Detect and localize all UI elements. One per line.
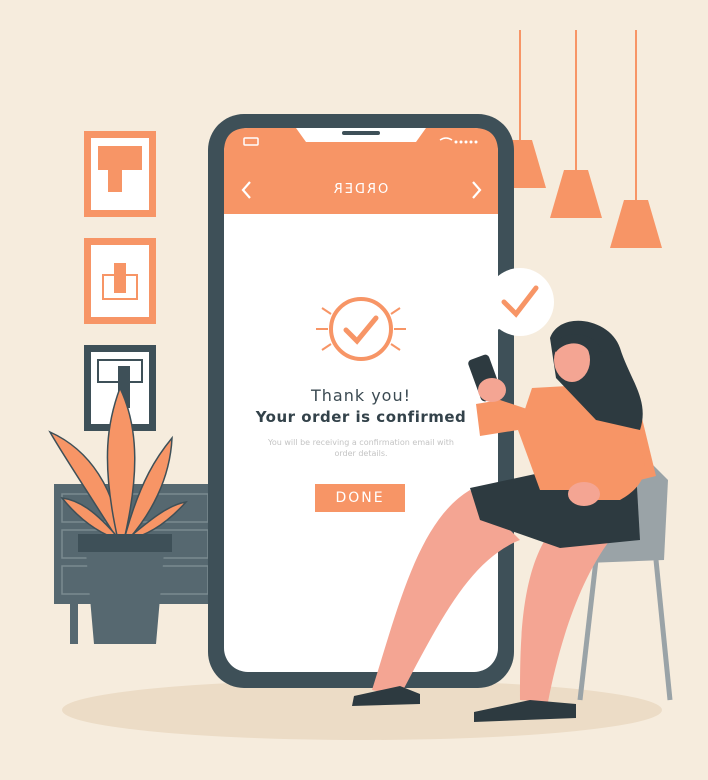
wall-frames <box>84 131 156 431</box>
hanging-lamps <box>494 30 662 248</box>
order-confirmed-headline: Your order is confirmed <box>255 408 467 426</box>
done-button[interactable]: DONE <box>315 484 405 512</box>
order-header-title: ORDER <box>331 182 389 197</box>
confirmation-subtext: You will be receiving a confirmation ema… <box>268 438 454 458</box>
thanks-message: Thank you! <box>310 386 412 405</box>
